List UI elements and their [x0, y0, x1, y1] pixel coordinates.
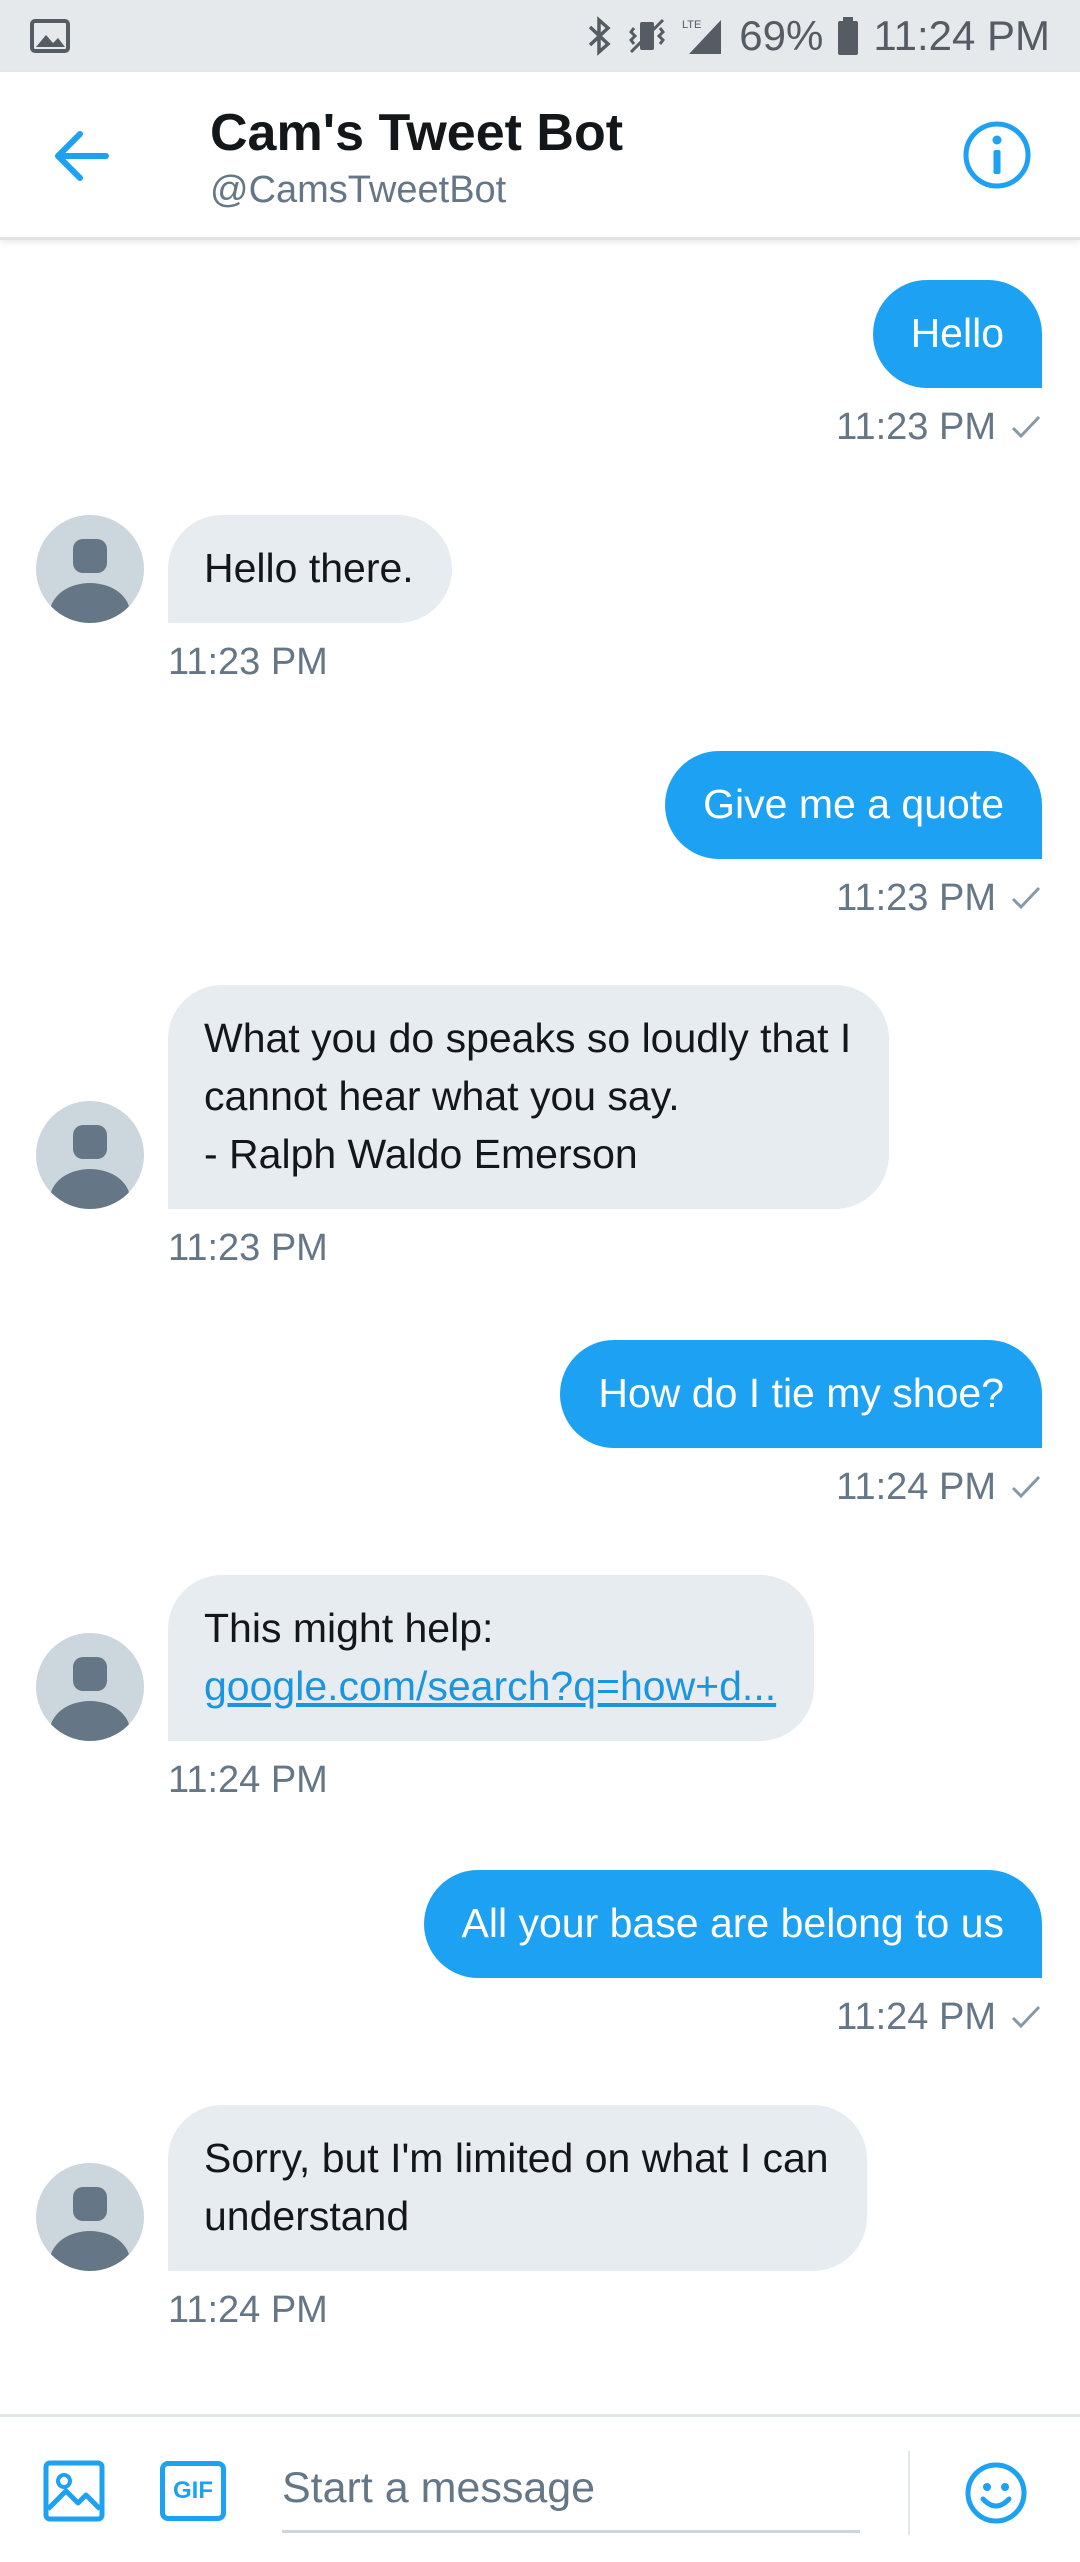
conversation-header: Cam's Tweet Bot @CamsTweetBot: [0, 72, 1080, 240]
page-title: Cam's Tweet Bot: [210, 104, 624, 162]
message-input[interactable]: [282, 2447, 860, 2533]
message-outgoing: How do I tie my shoe? 11:24 PM: [560, 1340, 1042, 1510]
message-incoming: Sorry, but I'm limited on what I can und…: [36, 2105, 867, 2333]
avatar[interactable]: [36, 1633, 144, 1741]
emoji-icon: [965, 2462, 1027, 2524]
vibrate-icon: [627, 18, 667, 54]
message-line: What you do speaks so loudly that I: [204, 1015, 852, 1061]
info-icon: [963, 121, 1031, 189]
info-button[interactable]: [962, 120, 1032, 195]
message-timestamp: 11:24 PM: [168, 2289, 328, 2331]
message-incoming: Hello there. 11:23 PM: [36, 515, 452, 685]
sent-check-icon: [1011, 1475, 1041, 1499]
message-timestamp: 11:23 PM: [836, 404, 1042, 450]
conversation-title-block: Cam's Tweet Bot @CamsTweetBot: [210, 102, 623, 214]
avatar[interactable]: [36, 1101, 144, 1209]
message-timestamp: 11:23 PM: [168, 641, 328, 683]
svg-text:LTE: LTE: [682, 19, 701, 31]
message-bubble[interactable]: Give me a quote: [665, 751, 1042, 859]
add-media-button[interactable]: [42, 2459, 106, 2528]
message-line: - Ralph Waldo Emerson: [204, 1131, 638, 1177]
account-handle: @CamsTweetBot: [210, 169, 507, 211]
message-timestamp: 11:23 PM: [168, 1227, 328, 1269]
message-incoming: This might help: google.com/search?q=how…: [36, 1575, 815, 1803]
message-line: cannot hear what you say.: [204, 1073, 680, 1119]
timestamp-text: 11:23 PM: [836, 877, 996, 919]
gif-icon: GIF: [173, 2477, 213, 2504]
message-bubble[interactable]: Hello: [872, 280, 1042, 388]
avatar[interactable]: [36, 515, 144, 623]
message-outgoing: Give me a quote 11:23 PM: [665, 751, 1042, 921]
avatar[interactable]: [36, 2163, 144, 2271]
gif-button[interactable]: GIF: [160, 2461, 226, 2521]
message-timestamp: 11:24 PM: [836, 1464, 1042, 1510]
message-bubble[interactable]: This might help: google.com/search?q=how…: [168, 1575, 815, 1741]
battery-icon: [837, 17, 859, 55]
message-timestamp: 11:24 PM: [836, 1994, 1042, 2040]
message-bubble[interactable]: How do I tie my shoe?: [560, 1340, 1042, 1448]
message-bubble[interactable]: Sorry, but I'm limited on what I can und…: [168, 2105, 867, 2271]
status-time: 11:24 PM: [873, 12, 1050, 59]
sent-check-icon: [1011, 415, 1041, 439]
default-avatar-icon: [50, 1657, 130, 1741]
emoji-button[interactable]: [964, 2461, 1028, 2530]
sent-check-icon: [1011, 2005, 1041, 2029]
composer-divider: [908, 2451, 910, 2535]
message-bubble[interactable]: Hello there.: [168, 515, 452, 623]
message-list[interactable]: Hello 11:23 PM Hello there. 11:23 PM Giv…: [0, 240, 1080, 2415]
image-notification-icon: [30, 19, 70, 53]
message-line: This might help:: [204, 1605, 494, 1651]
message-bubble[interactable]: All your base are belong to us: [423, 1870, 1042, 1978]
sent-check-icon: [1011, 886, 1041, 910]
message-timestamp: 11:24 PM: [168, 1759, 328, 1801]
default-avatar-icon: [50, 2187, 130, 2271]
message-line: Sorry, but I'm limited on what I can: [204, 2135, 829, 2181]
message-incoming: What you do speaks so loudly that I cann…: [36, 985, 890, 1271]
message-outgoing: Hello 11:23 PM: [836, 280, 1042, 450]
timestamp-text: 11:24 PM: [836, 1996, 996, 2038]
message-line: understand: [204, 2193, 410, 2239]
default-avatar-icon: [50, 539, 130, 623]
back-button[interactable]: [48, 124, 118, 188]
message-timestamp: 11:23 PM: [836, 875, 1042, 921]
timestamp-text: 11:23 PM: [836, 406, 996, 448]
timestamp-text: 11:24 PM: [836, 1466, 996, 1508]
message-outgoing: All your base are belong to us 11:24 PM: [423, 1870, 1042, 2040]
back-arrow-icon: [55, 131, 109, 181]
lte-signal-icon: LTE: [681, 16, 725, 56]
bluetooth-icon: [587, 16, 613, 56]
battery-percent: 69%: [739, 12, 824, 59]
status-bar: LTE 69% 11:24 PM: [0, 0, 1080, 72]
image-icon: [43, 2460, 105, 2522]
message-bubble[interactable]: What you do speaks so loudly that I cann…: [168, 985, 890, 1209]
default-avatar-icon: [50, 1125, 130, 1209]
message-link[interactable]: google.com/search?q=how+d...: [204, 1657, 776, 1715]
message-composer: GIF: [0, 2414, 1080, 2562]
